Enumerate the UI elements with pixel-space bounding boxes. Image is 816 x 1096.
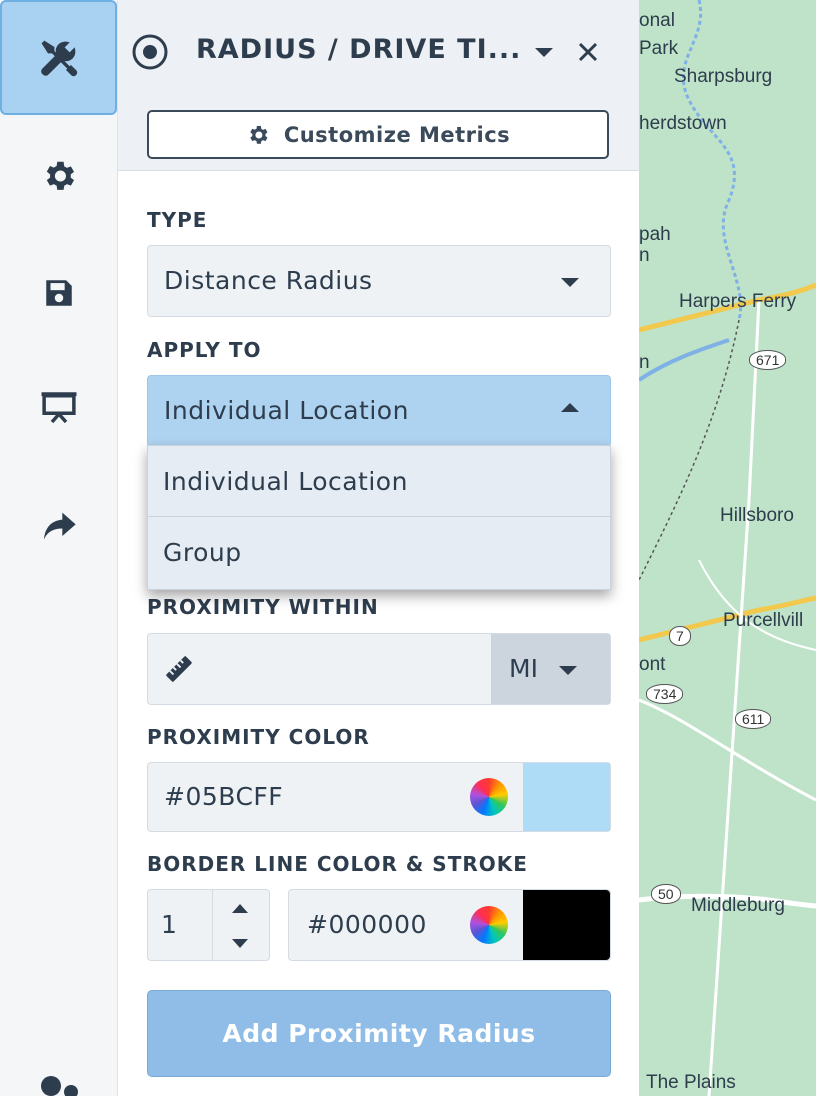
stroke-value: 1 [161,910,178,939]
map-label: Harpers Ferry [679,291,797,312]
map-label: Middleburg [691,895,785,916]
user-settings-button[interactable] [0,1040,117,1096]
map-label: pah [639,224,671,245]
type-select[interactable]: Distance Radius [147,245,611,317]
share-button[interactable] [0,468,117,583]
customize-metrics-label: Customize Metrics [283,122,511,147]
presentation-icon [41,391,76,423]
map-label: Hillsboro [720,505,794,526]
map-label: ont [639,654,666,675]
gear-icon [46,161,74,190]
apply-to-value: Individual Location [164,396,409,425]
border-color-swatch[interactable] [523,890,610,960]
map-label: n [639,245,650,266]
apply-to-select[interactable]: Individual Location [147,375,611,447]
chevron-down-icon [559,666,577,675]
proximity-color-swatch[interactable] [523,763,610,831]
apply-to-dropdown: Individual Location Group [147,445,611,590]
color-wheel-icon[interactable] [470,906,508,944]
add-proximity-radius-button[interactable]: Add Proximity Radius [147,990,611,1077]
route-shield: 50 [651,884,681,904]
type-label: TYPE [147,208,208,232]
stroke-stepper[interactable]: 1 [147,889,270,961]
chevron-down-icon [561,278,579,287]
border-line-label: BORDER LINE COLOR & STROKE [147,852,528,876]
save-icon [45,279,72,306]
route-shield: 671 [749,350,787,370]
tool-rail [0,0,118,1096]
border-color-value: #000000 [307,910,427,939]
route-shield: 734 [646,684,684,704]
unit-value: MI [509,654,538,683]
map-label: Purcellvill [723,610,804,631]
map-view[interactable]: onal Park Sharpsburg herdstown pah n Har… [639,0,816,1096]
apply-to-label: APPLY TO [147,338,262,362]
map-label: Sharpsburg [674,66,773,87]
panel-header: RADIUS / DRIVE TI... [118,0,639,101]
map-label: onal [639,10,675,31]
tools-icon [40,40,77,76]
type-value: Distance Radius [164,266,373,295]
proximity-color-label: PROXIMITY COLOR [147,725,370,749]
map-label: n [639,352,650,373]
color-wheel-icon[interactable] [470,778,508,816]
map-label: Park [639,38,679,59]
share-icon [43,512,76,539]
radius-panel: RADIUS / DRIVE TI... Customize Metrics T… [118,0,639,1096]
route-shield: 7 [669,626,691,646]
map-label: herdstown [639,113,727,134]
panel-title: RADIUS / DRIVE TI... [196,34,522,65]
proximity-color-value: #05BCFF [164,782,284,811]
chevron-down-icon[interactable] [535,48,553,57]
save-button[interactable] [0,235,117,350]
tools-button[interactable] [0,0,117,115]
proximity-color-field[interactable]: #05BCFF [147,762,611,832]
chevron-up-icon [561,403,579,412]
customize-metrics-button[interactable]: Customize Metrics [147,110,609,159]
proximity-input[interactable]: MI [147,633,611,705]
proximity-within-label: PROXIMITY WITHIN [147,595,379,619]
map-label: The Plains [646,1072,736,1093]
option-individual-location[interactable]: Individual Location [148,446,610,517]
gear-icon [250,125,268,144]
route-shield: 611 [735,709,772,729]
map-roads [639,0,816,1096]
metrics-bar: Customize Metrics [118,100,639,171]
stepper-up-icon[interactable] [232,904,248,913]
close-icon[interactable] [578,42,598,62]
unit-select[interactable]: MI [491,634,610,704]
stepper-down-icon[interactable] [232,939,248,948]
ruler-icon [166,656,192,682]
presentation-button[interactable] [0,350,117,465]
settings-button[interactable] [0,118,117,233]
border-color-field[interactable]: #000000 [288,889,611,961]
radio-target-icon[interactable] [131,33,169,71]
option-group[interactable]: Group [148,517,610,588]
user-settings-icon [40,1076,78,1096]
